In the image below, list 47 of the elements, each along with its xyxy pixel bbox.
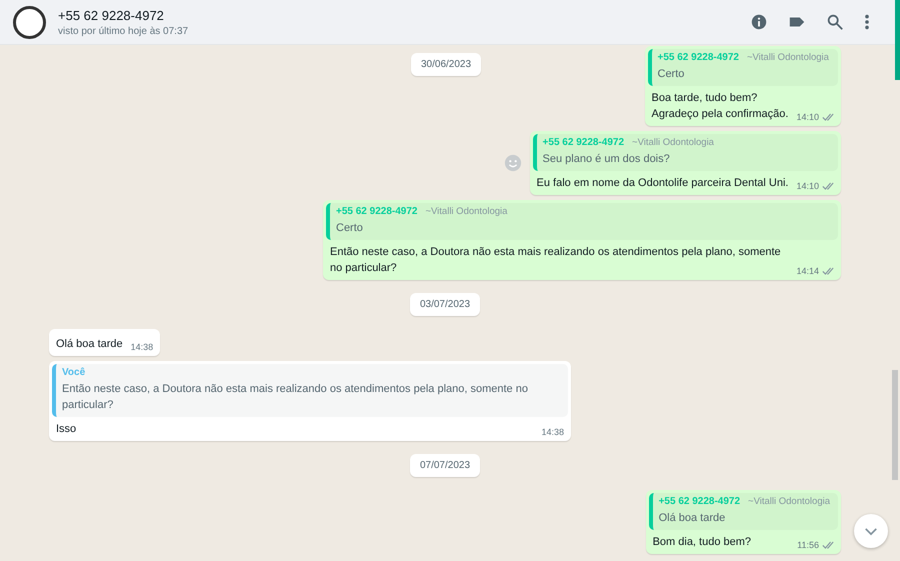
- message-bubble[interactable]: +55 62 9228-4972 ~Vitalli Odontologia Seu plano é um dos dois? Eu falo em nome da Odontolife parceira Dental Uni. 14:10: [530, 131, 841, 195]
- double-check-icon: [822, 266, 834, 276]
- message-text: Eu falo em nome da Odontolife parceira Dental Uni.: [536, 176, 788, 191]
- quote-text: Certo: [336, 221, 364, 236]
- date-chip: 30/06/2023: [411, 53, 482, 76]
- message-time: 11:56: [797, 540, 819, 550]
- message-time: 14:38: [541, 427, 564, 437]
- message-bubble[interactable]: +55 62 9228-4972 ~Vitalli Odontologia Certo Então neste caso, a Doutora não esta mais realizando os atendimentos pela plano, somente no particular? 14:14: [323, 200, 841, 280]
- quote-text: Seu plano é um dos dois?: [542, 152, 671, 167]
- quote-author-name: ~Vitalli Odontologia: [632, 137, 714, 148]
- quote-author: +55 62 9228-4972: [658, 496, 740, 507]
- date-chip: 07/07/2023: [410, 454, 480, 477]
- quote-author: +55 62 9228-4972: [336, 206, 418, 217]
- search-icon[interactable]: [826, 13, 844, 31]
- message-bubble[interactable]: +55 62 9228-4972 ~Vitalli Odontologia Olá boa tarde Bom dia, tudo bem? 11:56: [646, 490, 841, 554]
- quote-author: Você: [62, 367, 86, 378]
- message-time: 14:10: [796, 112, 819, 122]
- contact-name: +55 62 9228-4972: [58, 8, 165, 22]
- double-check-icon: [822, 540, 834, 550]
- double-check-icon: [822, 181, 834, 191]
- message-text: Bom dia, tudo bem?: [652, 535, 752, 550]
- message-time: 14:10: [796, 181, 819, 191]
- scrollbar-thumb[interactable]: [892, 370, 898, 480]
- info-icon[interactable]: [750, 13, 768, 31]
- quote-author: +55 62 9228-4972: [658, 52, 739, 63]
- date-chip: 03/07/2023: [410, 293, 480, 316]
- message-time: 14:38: [130, 342, 154, 352]
- double-check-icon: [822, 112, 834, 122]
- message-time: 14:14: [796, 266, 819, 276]
- message-text: Boa tarde, tudo bem? Agradeço pela confirmação.: [652, 91, 788, 122]
- message-text: Olá boa tarde: [56, 337, 123, 352]
- message-bubble[interactable]: +55 62 9228-4972 ~Vitalli Odontologia Certo Boa tarde, tudo bem? Agradeço pela confirmação. 14:10: [644, 46, 841, 126]
- quote-text: Certo: [658, 67, 686, 82]
- quote-author-name: ~Vitalli Odontologia: [425, 206, 508, 217]
- message-text: Então neste caso, a Doutora não esta mais realizando os atendimentos pela plano, somente no particular?: [330, 245, 782, 276]
- message-bubble[interactable]: Você Então neste caso, a Doutora não esta mais realizando os atendimentos pela plano, somente no particular? Isso 14:38: [49, 361, 571, 441]
- quote-text: Olá boa tarde: [658, 511, 726, 526]
- chevron-down-icon: [864, 526, 878, 536]
- message-bubble[interactable]: Olá boa tarde 14:38: [49, 329, 160, 356]
- last-seen-status: visto por último hoje às 07:37: [58, 26, 190, 36]
- contact-avatar[interactable]: [13, 6, 46, 38]
- message-text: Isso: [56, 422, 78, 437]
- quote-author-name: ~Vitalli Odontologia: [748, 496, 830, 507]
- quote-author: +55 62 9228-4972: [542, 137, 624, 148]
- quote-author-name: ~Vitalli Odontologia: [746, 52, 829, 63]
- quote-text: Então neste caso, a Doutora não esta mais realizando os atendimentos pela plano, somente no particular?: [62, 382, 529, 413]
- menu-icon[interactable]: [864, 13, 870, 31]
